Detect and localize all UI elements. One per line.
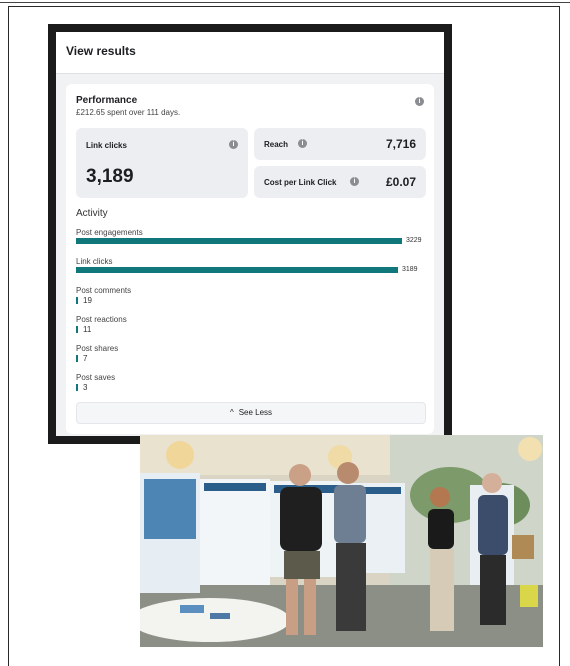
activity-row: Post shares 7 (76, 344, 426, 370)
activity-count: 11 (83, 325, 92, 334)
results-view: View results Performance £212.65 spent o… (56, 32, 444, 436)
activity-row: Post comments 19 (76, 286, 426, 312)
results-screenshot-panel: View results Performance £212.65 spent o… (48, 24, 452, 444)
top-rule (0, 2, 570, 3)
performance-card: Performance £212.65 spent over 111 days.… (66, 84, 434, 434)
activity-row: Post saves 3 (76, 373, 426, 399)
see-less-label: See Less (238, 408, 273, 417)
info-icon[interactable]: i (415, 97, 424, 106)
cost-per-link-click-label: Cost per Link Click (264, 178, 337, 187)
activity-label: Post comments (76, 286, 132, 295)
performance-title: Performance (76, 95, 138, 106)
link-clicks-label: Link clicks (86, 141, 127, 150)
chevron-up-icon: ^ (229, 408, 234, 417)
activity-row: Link clicks 3189 (76, 257, 426, 283)
activity-count: 3229 (406, 237, 422, 244)
activity-row: Post reactions 11 (76, 315, 426, 341)
activity-label: Post shares (76, 344, 119, 353)
activity-label: Link clicks (76, 257, 113, 266)
activity-bar (76, 238, 402, 244)
cost-per-link-click-metric: Cost per Link Click i £0.07 (254, 166, 426, 198)
activity-label: Post engagements (76, 228, 143, 237)
link-clicks-value: 3,189 (86, 166, 134, 187)
activity-label: Post saves (76, 373, 116, 382)
info-icon[interactable]: i (298, 139, 307, 148)
activity-bar (76, 297, 78, 304)
activity-title: Activity (76, 208, 108, 219)
link-clicks-metric: Link clicks i 3,189 (76, 128, 248, 198)
activity-bar (76, 355, 78, 362)
see-less-button[interactable]: ^ See Less (76, 402, 426, 424)
activity-bar (76, 267, 398, 273)
results-header: View results (56, 32, 444, 74)
activity-row: Post engagements 3229 (76, 228, 426, 254)
info-icon[interactable]: i (229, 140, 238, 149)
activity-label: Post reactions (76, 315, 127, 324)
info-icon[interactable]: i (350, 177, 359, 186)
performance-subtitle: £212.65 spent over 111 days. (76, 108, 181, 117)
page-title: View results (66, 44, 136, 58)
activity-bar (76, 326, 78, 333)
activity-count: 3189 (402, 266, 418, 273)
activity-count: 19 (83, 296, 92, 305)
reach-value: 7,716 (385, 137, 416, 151)
reach-label: Reach (264, 140, 289, 149)
event-photo (140, 435, 543, 647)
reach-metric: Reach i 7,716 (254, 128, 426, 160)
cost-per-link-click-value: £0.07 (385, 175, 416, 189)
activity-count: 7 (83, 354, 88, 363)
activity-bar (76, 384, 78, 391)
activity-count: 3 (83, 383, 88, 392)
